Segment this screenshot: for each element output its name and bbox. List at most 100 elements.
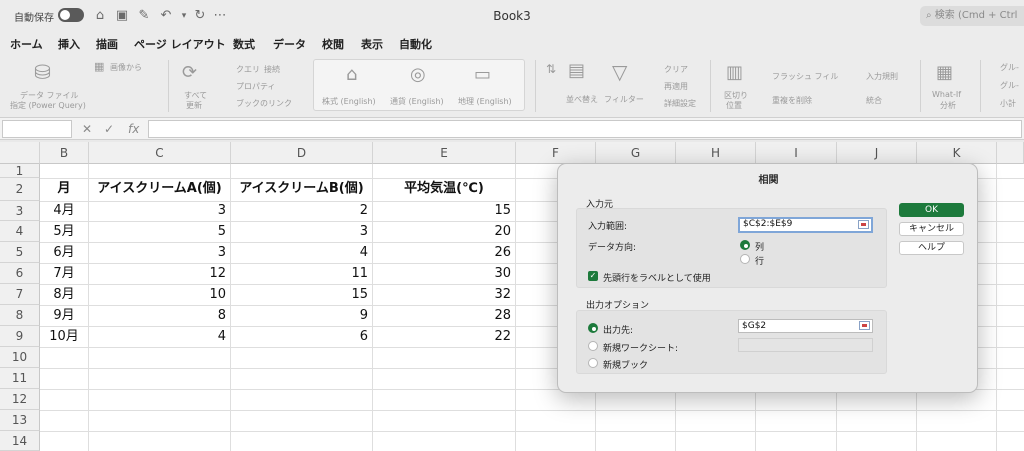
what-if-label-2[interactable]: 分析 <box>940 100 956 111</box>
cell-temperature[interactable]: 15 <box>373 201 511 221</box>
sort-az-icon[interactable]: ⇅ <box>546 62 556 76</box>
cell-month[interactable]: 8月 <box>40 285 88 305</box>
formula-input[interactable] <box>148 120 1022 138</box>
column-header[interactable]: H <box>676 142 756 164</box>
cell-ice-a[interactable]: 3 <box>89 243 226 263</box>
row-header[interactable]: 10 <box>0 347 40 368</box>
grouped-rows-label[interactable]: 行 <box>755 254 764 267</box>
new-workbook-label[interactable]: 新規ブック <box>603 358 648 371</box>
edit-icon[interactable]: ✎ <box>136 8 152 24</box>
what-if-icon[interactable]: ▦ <box>936 62 953 83</box>
cell-temperature[interactable]: 22 <box>373 327 511 347</box>
cell-ice-a[interactable]: 5 <box>89 222 226 242</box>
undo-icon[interactable]: ↶ <box>158 8 174 24</box>
header-temperature[interactable]: 平均気温(℃) <box>373 179 515 199</box>
cell-month[interactable]: 4月 <box>40 201 88 221</box>
cell-ice-a[interactable]: 10 <box>89 285 226 305</box>
database-icon[interactable]: ⛁ <box>34 60 51 84</box>
range-selector-icon[interactable] <box>859 321 870 330</box>
column-header[interactable]: K <box>917 142 997 164</box>
tab-insert[interactable]: 挿入 <box>58 36 80 52</box>
tab-draw[interactable]: 描画 <box>96 36 118 52</box>
currencies-button[interactable]: 通貨 (English) <box>390 96 444 107</box>
data-validation-button[interactable]: 入力規則 <box>866 71 898 82</box>
cell-ice-b[interactable]: 3 <box>231 222 368 242</box>
output-range-field[interactable]: $G$2 <box>738 319 873 333</box>
more-icon[interactable]: ⋯ <box>212 8 228 24</box>
column-header[interactable]: F <box>516 142 596 164</box>
cancel-icon[interactable]: ✕ <box>82 122 92 136</box>
column-header[interactable]: J <box>837 142 917 164</box>
cell-ice-b[interactable]: 2 <box>231 201 368 221</box>
grouped-rows-radio[interactable] <box>740 254 750 264</box>
workbook-links-button[interactable]: ブックのリンク <box>236 98 292 109</box>
range-selector-icon[interactable] <box>858 220 869 229</box>
filter-icon[interactable]: ▽ <box>612 60 627 84</box>
cell-ice-a[interactable]: 4 <box>89 327 226 347</box>
remove-duplicates-button[interactable]: 重複を削除 <box>772 95 812 106</box>
tab-home[interactable]: ホーム <box>10 36 43 52</box>
tab-page-layout[interactable]: ページ レイアウト <box>134 36 226 52</box>
row-header[interactable]: 3 <box>0 201 40 221</box>
header-ice-a[interactable]: アイスクリームA(個) <box>89 179 230 199</box>
row-header[interactable]: 12 <box>0 389 40 410</box>
new-worksheet-field[interactable] <box>738 338 873 352</box>
map-icon[interactable]: ▭ <box>474 64 491 85</box>
cell-ice-b[interactable]: 4 <box>231 243 368 263</box>
grouped-columns-label[interactable]: 列 <box>755 240 764 253</box>
row-header[interactable]: 7 <box>0 284 40 305</box>
cell-temperature[interactable]: 30 <box>373 264 511 284</box>
enter-icon[interactable]: ✓ <box>104 122 114 136</box>
autosave-toggle[interactable] <box>58 8 84 22</box>
geography-button[interactable]: 地理 (English) <box>458 96 512 107</box>
search-box[interactable]: ⌕ 検索 (Cmd + Ctrl <box>920 6 1024 26</box>
picture-icon[interactable]: ▦ <box>94 60 104 73</box>
output-range-label[interactable]: 出力先: <box>603 323 633 336</box>
connections-button[interactable]: 接続 <box>264 64 280 75</box>
tab-data[interactable]: データ <box>273 36 306 56</box>
column-header[interactable]: I <box>756 142 837 164</box>
cancel-button[interactable]: キャンセル <box>899 222 964 236</box>
home-icon[interactable]: ⌂ <box>92 8 108 24</box>
sort-button[interactable]: 並べ替え <box>566 94 598 105</box>
help-button[interactable]: ヘルプ <box>899 241 964 255</box>
text-to-columns-icon[interactable]: ▥ <box>726 62 743 83</box>
get-data-label-2[interactable]: 指定 (Power Query) <box>10 100 86 111</box>
cell-temperature[interactable]: 26 <box>373 243 511 263</box>
ungroup-button[interactable]: グル- <box>1000 80 1019 91</box>
row-header[interactable]: 8 <box>0 305 40 326</box>
sort-icon[interactable]: ▤ <box>568 60 585 81</box>
cell-month[interactable]: 5月 <box>40 222 88 242</box>
fx-icon[interactable]: fx <box>128 122 139 136</box>
queries-button[interactable]: クエリ <box>236 64 260 75</box>
row-header[interactable]: 4 <box>0 221 40 242</box>
cell-ice-b[interactable]: 15 <box>231 285 368 305</box>
cell-temperature[interactable]: 28 <box>373 306 511 326</box>
filter-button[interactable]: フィルター <box>604 94 644 105</box>
grouped-columns-radio[interactable] <box>740 240 750 250</box>
text-to-columns-label-2[interactable]: 位置 <box>726 100 742 111</box>
output-range-radio[interactable] <box>588 323 598 333</box>
row-header[interactable]: 11 <box>0 368 40 389</box>
column-header[interactable]: G <box>596 142 676 164</box>
row-header[interactable]: 2 <box>0 178 40 201</box>
chevron-down-icon[interactable]: ▾ <box>176 8 192 24</box>
column-header[interactable]: B <box>40 142 89 164</box>
column-header[interactable]: C <box>89 142 231 164</box>
consolidate-button[interactable]: 統合 <box>866 95 882 106</box>
cell-ice-a[interactable]: 12 <box>89 264 226 284</box>
labels-first-row-checkbox[interactable]: ✓ <box>588 271 598 281</box>
tab-view[interactable]: 表示 <box>361 36 383 52</box>
select-all-corner[interactable] <box>0 142 40 164</box>
cell-month[interactable]: 9月 <box>40 306 88 326</box>
cell-temperature[interactable]: 32 <box>373 285 511 305</box>
header-ice-b[interactable]: アイスクリームB(個) <box>231 179 372 199</box>
row-header[interactable]: 6 <box>0 263 40 284</box>
name-box[interactable] <box>2 120 72 138</box>
header-month[interactable]: 月 <box>40 179 88 199</box>
row-header[interactable]: 9 <box>0 326 40 347</box>
bank-icon[interactable]: ⌂ <box>346 64 357 85</box>
cell-ice-b[interactable]: 6 <box>231 327 368 347</box>
labels-first-row-label[interactable]: 先頭行をラベルとして使用 <box>603 271 711 284</box>
cell-ice-b[interactable]: 11 <box>231 264 368 284</box>
